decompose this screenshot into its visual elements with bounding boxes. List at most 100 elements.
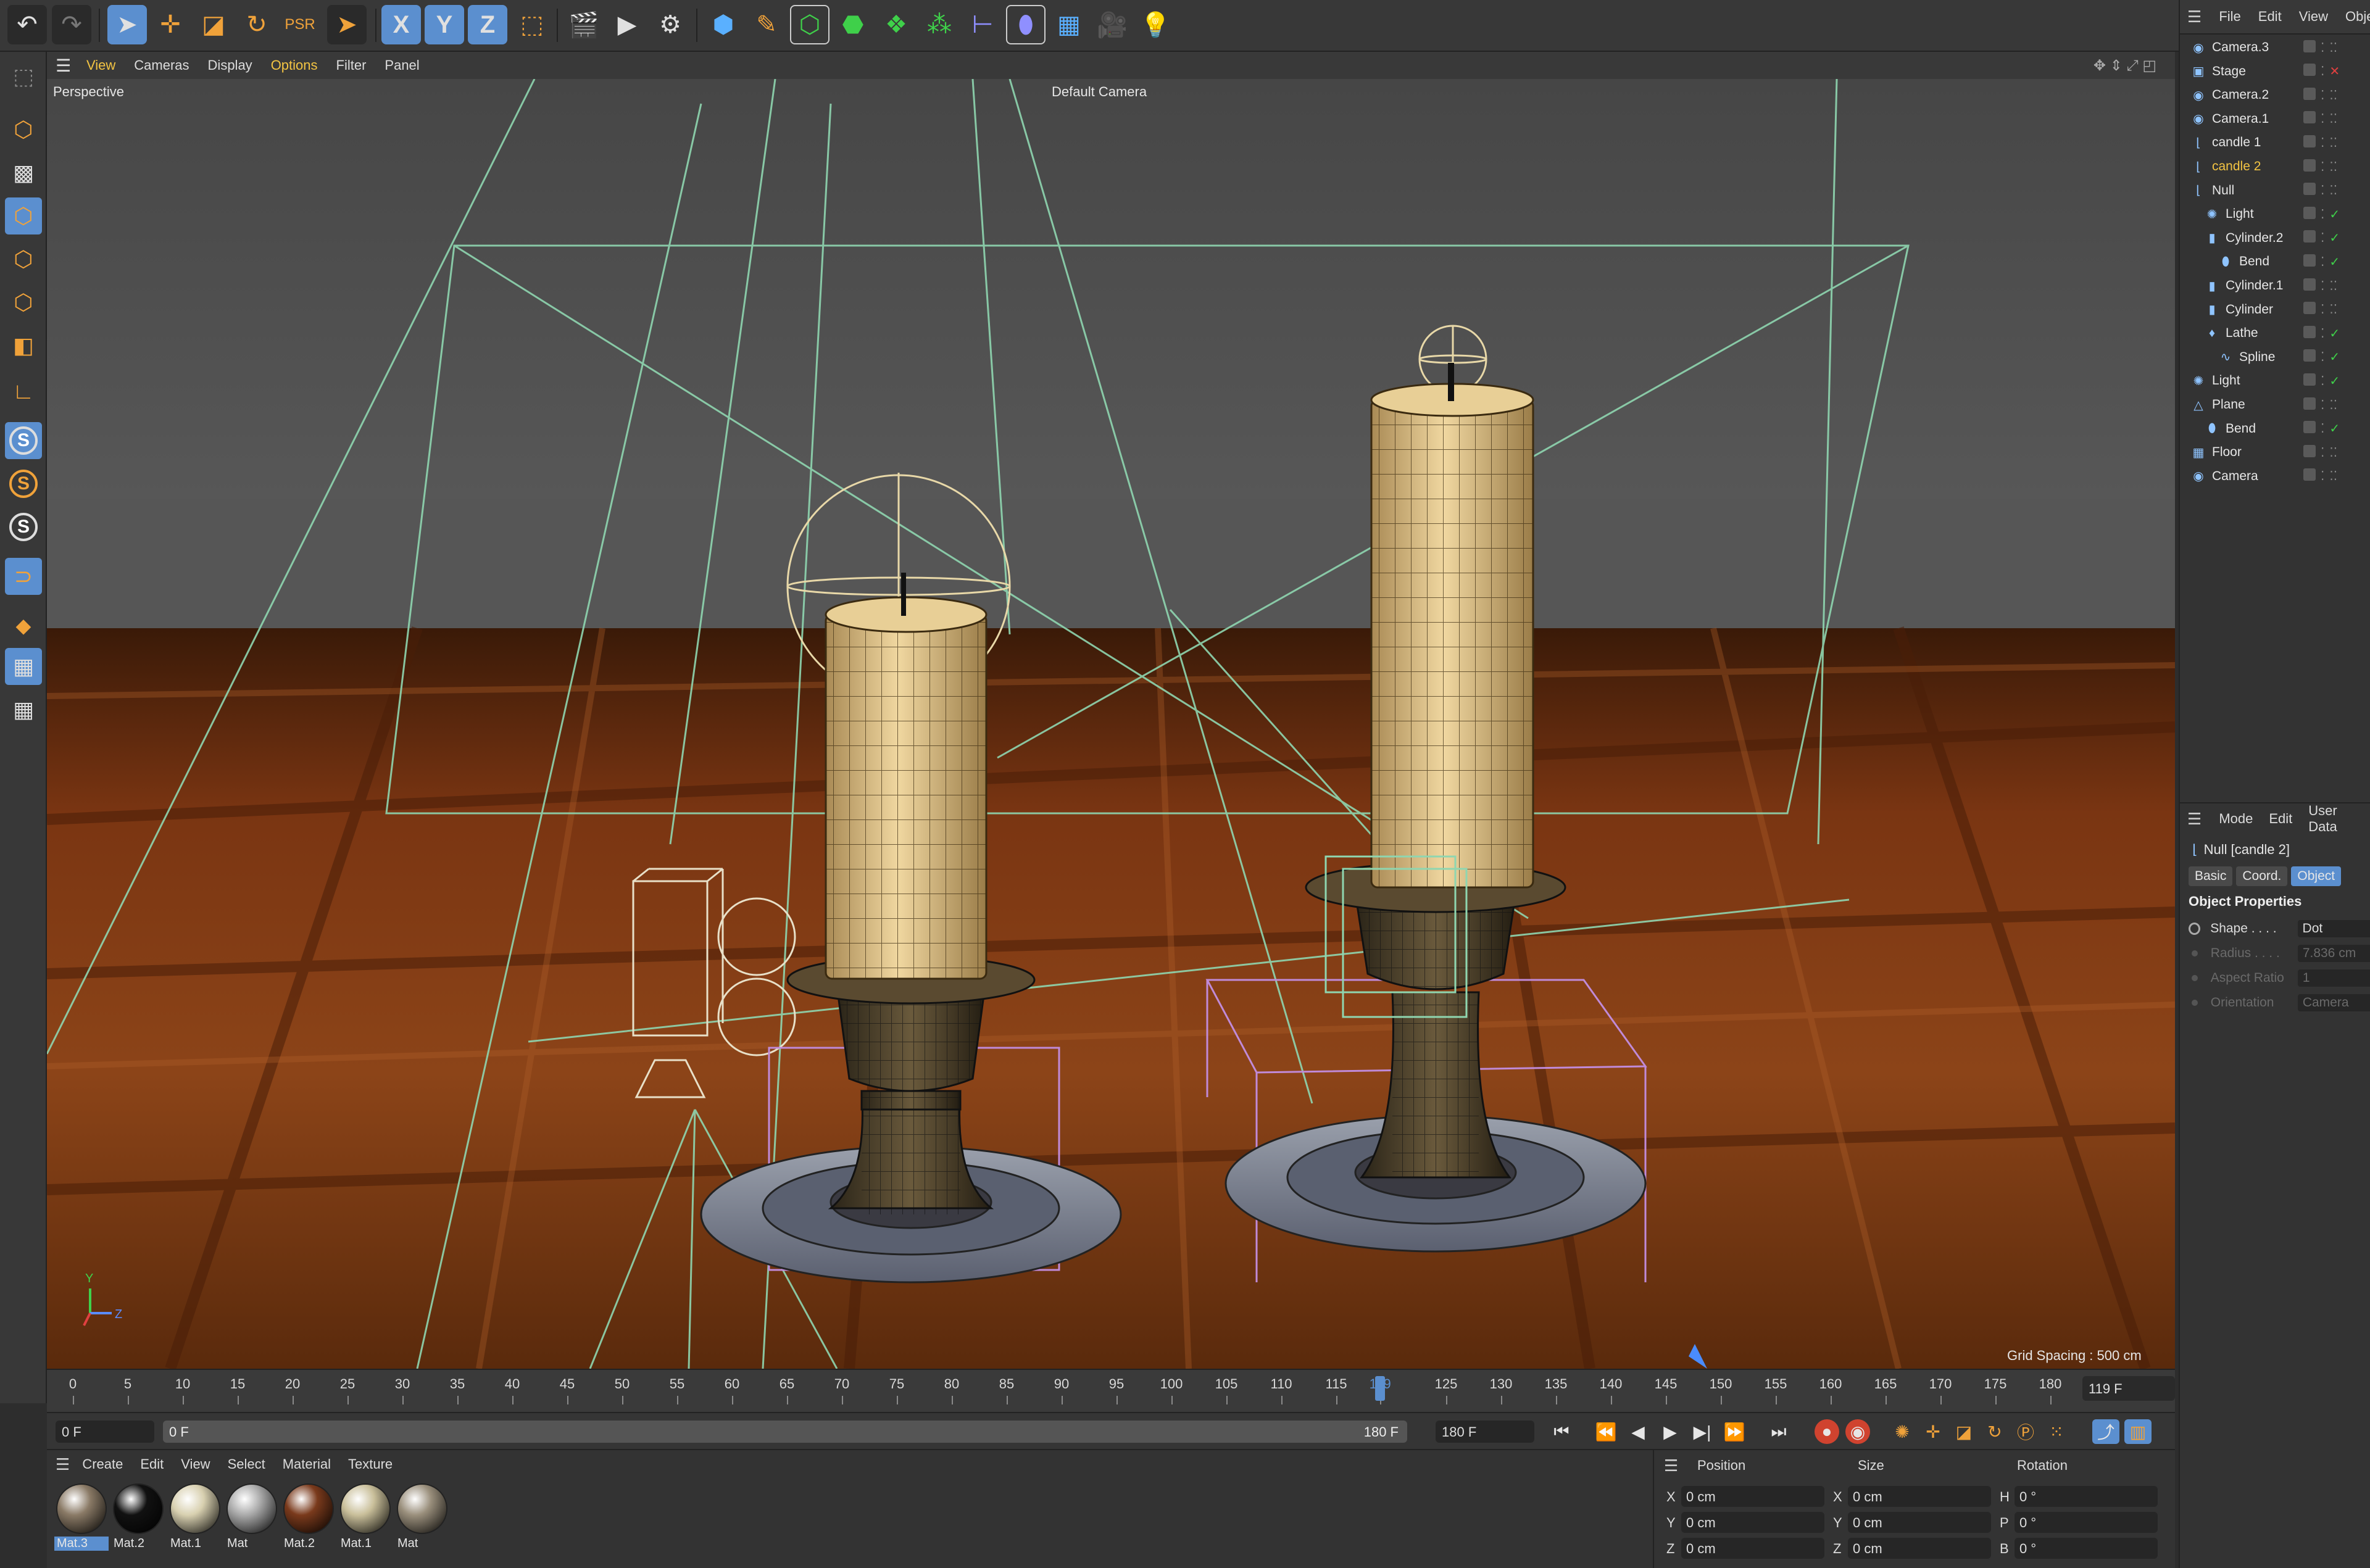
edit-toggle-icon[interactable] bbox=[2303, 159, 2316, 172]
visibility-dots-icon[interactable]: ⁚ bbox=[2321, 468, 2324, 484]
object-flags[interactable]: ⁚ ⁚⁚ bbox=[2303, 87, 2337, 103]
object-row[interactable]: ⌊ candle 2 ⁚ ⁚⁚ bbox=[2180, 155, 2370, 178]
object-flags[interactable]: ⁚ ✓ bbox=[2303, 373, 2340, 389]
snap-settings-button[interactable]: S bbox=[5, 465, 42, 502]
material-menu-edit[interactable]: Edit bbox=[140, 1456, 164, 1472]
viewport-navigation-icons[interactable]: ✥ ⇕ ⤢ ◰ bbox=[2094, 57, 2156, 75]
viewport-menu-options[interactable]: Options bbox=[271, 57, 318, 73]
coordinate-value-field[interactable]: 0 cm bbox=[1848, 1486, 1991, 1507]
animate-radio-icon[interactable] bbox=[2192, 1000, 2198, 1006]
axis-mode-button[interactable]: ∟ bbox=[5, 373, 42, 410]
edit-toggle-icon[interactable] bbox=[2303, 278, 2316, 291]
next-key-button[interactable]: ⏩ bbox=[1721, 1419, 1748, 1444]
object-row[interactable]: ◉ Camera.1 ⁚ ⁚⁚ bbox=[2180, 107, 2370, 131]
object-row[interactable]: ♦ Lathe ⁚ ✓ bbox=[2180, 321, 2370, 345]
select-tool-button[interactable]: ➤ bbox=[107, 5, 147, 44]
field-button[interactable]: ⊢ bbox=[963, 5, 1002, 44]
enabled-check-icon[interactable]: ✓ bbox=[2329, 207, 2340, 222]
recent-tools-button[interactable]: ➤ bbox=[327, 5, 367, 44]
go-to-start-button[interactable]: ⏮ bbox=[1548, 1419, 1575, 1444]
coordinate-value-field[interactable]: 0 ° bbox=[2014, 1538, 2158, 1559]
material-menu-material[interactable]: Material bbox=[283, 1456, 331, 1472]
object-flags[interactable]: ⁚ ⁚⁚ bbox=[2303, 444, 2337, 460]
model-mode-button[interactable]: ⬡ bbox=[5, 111, 42, 148]
tweak-mode-button[interactable]: ⊃ bbox=[5, 558, 42, 595]
locked-workplane-button[interactable]: ▦ bbox=[5, 691, 42, 728]
hamburger-menu-icon[interactable]: ☰ bbox=[2187, 7, 2202, 27]
rotate-tool-button[interactable]: ↻ bbox=[237, 5, 276, 44]
object-flags[interactable]: ⁚ ✓ bbox=[2303, 325, 2340, 341]
material-item[interactable]: Mat.2 bbox=[281, 1483, 336, 1553]
floor-button[interactable]: ▦ bbox=[1049, 5, 1089, 44]
playhead[interactable] bbox=[1375, 1376, 1385, 1401]
enabled-check-icon[interactable]: ✓ bbox=[2329, 421, 2340, 436]
edit-toggle-icon[interactable] bbox=[2303, 135, 2316, 147]
edit-toggle-icon[interactable] bbox=[2303, 397, 2316, 410]
object-flags[interactable]: ⁚ ✓ bbox=[2303, 254, 2340, 270]
grid-button[interactable]: ▦ bbox=[5, 648, 42, 685]
object-flags[interactable]: ⁚ ✕ bbox=[2303, 64, 2340, 79]
play-button[interactable]: ▶ bbox=[1657, 1419, 1684, 1444]
undo-button[interactable]: ↶ bbox=[7, 5, 47, 44]
visibility-dots-icon[interactable]: ⁚ bbox=[2321, 349, 2324, 365]
object-row[interactable]: ▮ Cylinder.1 ⁚ ⁚⁚ bbox=[2180, 274, 2370, 297]
material-item[interactable]: Mat.1 bbox=[338, 1483, 393, 1553]
hamburger-menu-icon[interactable]: ☰ bbox=[56, 56, 74, 76]
animate-radio-icon[interactable] bbox=[2192, 975, 2198, 981]
object-menu-file[interactable]: File bbox=[2219, 9, 2240, 25]
record-rotation-button[interactable]: ↻ bbox=[1981, 1419, 2008, 1444]
visibility-dots-icon[interactable]: ⁚ bbox=[2321, 373, 2324, 389]
tab-basic[interactable]: Basic bbox=[2189, 866, 2233, 886]
object-row[interactable]: ⬮ Bend ⁚ ✓ bbox=[2180, 250, 2370, 273]
mograph-button[interactable]: ⁂ bbox=[920, 5, 959, 44]
visibility-dots-icon[interactable]: ⁚ bbox=[2321, 40, 2324, 56]
cloner-button[interactable]: ❖ bbox=[876, 5, 916, 44]
visibility-dots-icon[interactable]: ⁚ bbox=[2321, 230, 2324, 246]
object-row[interactable]: ◉ Camera.2 ⁚ ⁚⁚ bbox=[2180, 83, 2370, 107]
coordinate-value-field[interactable]: 0 cm bbox=[1848, 1538, 1991, 1559]
enabled-check-icon[interactable]: ✓ bbox=[2329, 326, 2340, 341]
material-menu-texture[interactable]: Texture bbox=[348, 1456, 393, 1472]
object-flags[interactable]: ⁚ ✓ bbox=[2303, 230, 2340, 246]
coordinate-value-field[interactable]: 0 ° bbox=[2014, 1486, 2158, 1507]
object-flags[interactable]: ⁚ ✓ bbox=[2303, 421, 2340, 436]
go-to-end-button[interactable]: ⏭ bbox=[1765, 1419, 1792, 1444]
attribute-menu-mode[interactable]: Mode bbox=[2219, 811, 2253, 827]
record-position-button[interactable]: ✛ bbox=[1919, 1419, 1947, 1444]
make-editable-button[interactable]: ⬚ bbox=[5, 58, 42, 95]
attribute-menu-user-data[interactable]: User Data bbox=[2308, 803, 2354, 835]
material-menu-select[interactable]: Select bbox=[228, 1456, 265, 1472]
edit-toggle-icon[interactable] bbox=[2303, 39, 2316, 52]
previous-key-button[interactable]: ⏪ bbox=[1592, 1419, 1620, 1444]
attribute-menu-edit[interactable]: Edit bbox=[2269, 811, 2292, 827]
object-row[interactable]: △ Plane ⁚ ⁚⁚ bbox=[2180, 393, 2370, 417]
object-flags[interactable]: ⁚ ⁚⁚ bbox=[2303, 111, 2337, 127]
visibility-dots-icon[interactable]: ⁚ bbox=[2321, 397, 2324, 413]
object-row[interactable]: ◉ Camera.3 ⁚ ⁚⁚ bbox=[2180, 36, 2370, 59]
coordinate-value-field[interactable]: 0 ° bbox=[2014, 1512, 2158, 1533]
enabled-check-icon[interactable]: ✓ bbox=[2329, 349, 2340, 365]
tag-dots-icon[interactable]: ⁚⁚ bbox=[2329, 183, 2337, 198]
viewport-menu-view[interactable]: View bbox=[86, 57, 115, 73]
object-flags[interactable]: ⁚ ✓ bbox=[2303, 206, 2340, 222]
record-point-level-button[interactable]: ⁙ bbox=[2043, 1419, 2070, 1444]
object-menu-view[interactable]: View bbox=[2299, 9, 2328, 25]
coordinate-value-field[interactable]: 0 cm bbox=[1681, 1538, 1824, 1559]
next-frame-button[interactable]: ▶| bbox=[1689, 1419, 1716, 1444]
visibility-dots-icon[interactable]: ⁚ bbox=[2321, 183, 2324, 198]
record-scale-button[interactable]: ◪ bbox=[1950, 1419, 1977, 1444]
viewport-menu-cameras[interactable]: Cameras bbox=[134, 57, 189, 73]
material-item[interactable]: Mat bbox=[395, 1483, 449, 1553]
object-row[interactable]: ▮ Cylinder ⁚ ⁚⁚ bbox=[2180, 298, 2370, 321]
visibility-dots-icon[interactable]: ⁚ bbox=[2321, 254, 2324, 270]
cube-button[interactable]: ⬢ bbox=[704, 5, 743, 44]
tab-object[interactable]: Object bbox=[2291, 866, 2342, 886]
animate-radio-icon[interactable] bbox=[2192, 950, 2198, 956]
record-active-objects-button[interactable]: ● bbox=[1815, 1419, 1839, 1444]
coordinate-value-field[interactable]: 0 cm bbox=[1681, 1512, 1824, 1533]
edit-toggle-icon[interactable] bbox=[2303, 183, 2316, 196]
object-flags[interactable]: ⁚ ⁚⁚ bbox=[2303, 39, 2337, 56]
object-menu-objects[interactable]: Obje bbox=[2345, 9, 2370, 25]
edit-toggle-icon[interactable] bbox=[2303, 64, 2316, 77]
object-flags[interactable]: ⁚ ⁚⁚ bbox=[2303, 468, 2337, 484]
